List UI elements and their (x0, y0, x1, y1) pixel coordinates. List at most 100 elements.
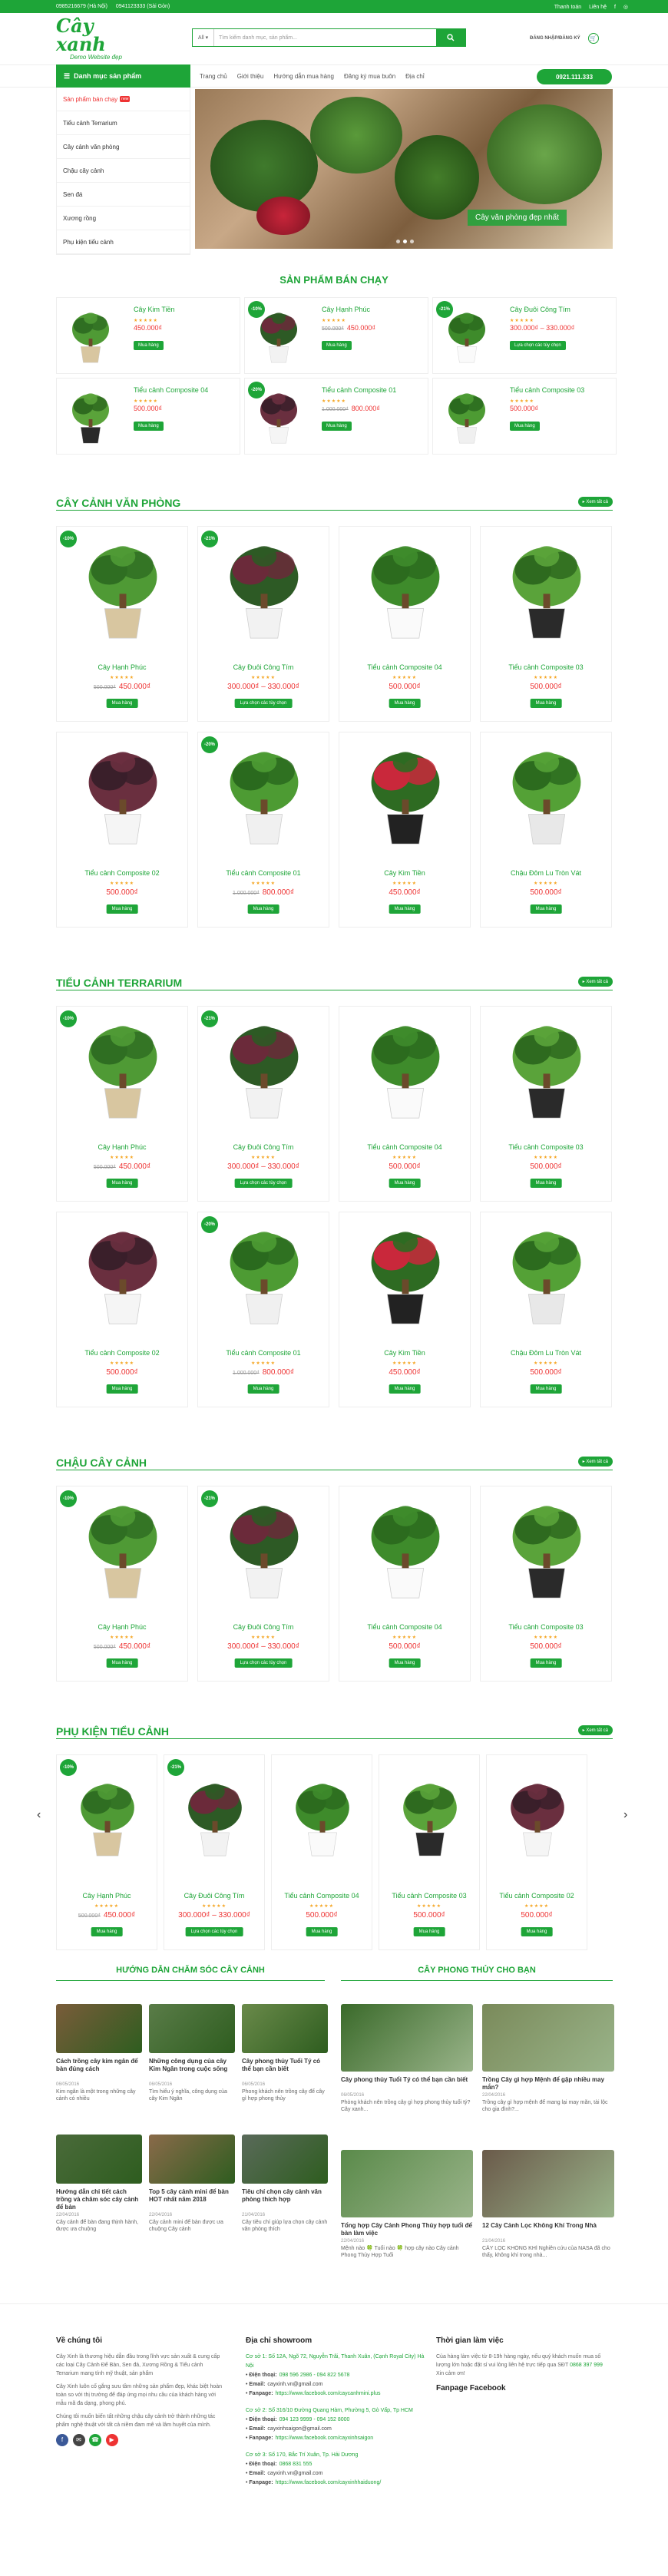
product-name[interactable]: Cây Đuôi Công Tím (510, 306, 570, 313)
article-title[interactable]: Top 5 cây cảnh mini để bàn HOT nhất năm … (149, 2188, 235, 2211)
buy-button[interactable]: Mua hàng (322, 422, 352, 431)
search-button[interactable] (436, 29, 465, 46)
article-title[interactable]: 12 Cây Cảnh Lọc Không Khí Trong Nhà (482, 2222, 614, 2237)
guide-article[interactable]: Cách trồng cây kim ngân để bàn đúng cách… (56, 2004, 142, 2102)
product-image[interactable] (349, 737, 462, 851)
showroom-email[interactable]: cayxinh.vn@gmail.com (267, 2382, 322, 2387)
buy-button[interactable]: Mua hàng (91, 1927, 123, 1936)
product-card[interactable]: -10% Cây Hạnh Phúc ★★★★★ 500.000₫ 450.000₫ Mu… (56, 526, 188, 722)
article-image[interactable] (242, 2135, 328, 2184)
guide-article[interactable]: Top 5 cây cảnh mini để bàn HOT nhất năm … (149, 2135, 235, 2233)
product-card[interactable]: -10% Cây Hạnh Phúc ★★★★★ 500.000₫ 450.000₫ Mu… (56, 1486, 188, 1682)
buy-button[interactable]: Mua hàng (134, 341, 164, 350)
login-register-link[interactable]: ĐĂNG NHẬP/ĐĂNG KÝ (530, 36, 580, 41)
showroom-email[interactable]: cayxinh.vn@gmail.com (267, 2471, 322, 2476)
buy-button[interactable]: Mua hàng (389, 1384, 421, 1394)
hero-dots[interactable] (396, 240, 417, 243)
product-card[interactable]: Tiểu cảnh Composite 02 ★★★★★ 500.000₫ Mua h… (56, 732, 188, 928)
product-name[interactable]: Tiểu cảnh Composite 04 (339, 663, 470, 671)
product-image[interactable] (490, 737, 604, 851)
product-name[interactable]: Tiểu cảnh Composite 03 (379, 1892, 479, 1900)
article-title[interactable]: Trồng Cây gì hợp Mệnh để gặp nhiều may m… (482, 2076, 614, 2092)
product-image[interactable] (66, 1011, 180, 1125)
buy-button[interactable]: Mua hàng (389, 699, 421, 708)
product-name[interactable]: Tiểu cảnh Composite 04 (339, 1623, 470, 1631)
product-image[interactable] (349, 531, 462, 645)
showroom-email[interactable]: cayxinhsaigon@gmail.com (267, 2426, 331, 2432)
buy-button[interactable]: Mua hàng (106, 1384, 138, 1394)
product-name[interactable]: Tiểu cảnh Composite 04 (339, 1143, 470, 1151)
instagram-icon[interactable]: ◎ (623, 5, 628, 10)
menu-guide[interactable]: Hướng dẫn mua hàng (273, 73, 334, 80)
buy-button[interactable]: Mua hàng (106, 699, 138, 708)
buy-button[interactable]: Mua hàng (530, 904, 562, 914)
buy-button[interactable]: Mua hàng (106, 904, 138, 914)
product-card[interactable]: Tiểu cảnh Composite 04 ★★★★★ 500.000₫ Mua h… (339, 1006, 471, 1202)
product-card[interactable]: -10% Cây Hạnh Phúc ★★★★★ 500.000₫ 450.000₫ Mu… (56, 1754, 157, 1950)
search-category-select[interactable]: All ▾ (193, 29, 214, 46)
product-image[interactable] (278, 1760, 367, 1873)
product-name[interactable]: Cây Đuôi Công Tím (198, 663, 329, 671)
product-image[interactable] (490, 531, 604, 645)
facebook-icon[interactable]: f (56, 2434, 68, 2446)
showroom-fanpage[interactable]: https://www.facebook.com/cayxinhsaigon (276, 2435, 374, 2441)
product-card[interactable]: Cây Kim Tiền ★★★★★ 450.000₫ Mua hàng (339, 732, 471, 928)
showroom-fanpage[interactable]: https://www.facebook.com/caycanhmini.plu… (276, 2391, 381, 2396)
buy-button[interactable]: Mua hàng (306, 1927, 338, 1936)
article-title[interactable]: Cây phong thủy Tuổi Tý có thể bạn cần bi… (242, 2058, 328, 2081)
buy-button[interactable]: Mua hàng (530, 699, 562, 708)
product-name[interactable]: Tiểu cảnh Composite 04 (134, 386, 208, 394)
view-all-button[interactable]: ▸ Xem tất cả (577, 1725, 613, 1735)
product-card[interactable]: -21% Cây Đuôi Công Tím ★★★★★ 300.000₫ – 330… (197, 526, 329, 722)
product-card[interactable]: Chậu Đôm Lu Tròn Vát ★★★★★ 500.000₫ Mua hàn… (480, 732, 612, 928)
view-all-button[interactable]: ▸ Xem tất cả (577, 1457, 613, 1467)
product-image[interactable] (63, 1760, 152, 1873)
product-image[interactable] (60, 303, 121, 369)
article-image[interactable] (341, 2004, 473, 2072)
product-name[interactable]: Tiểu cảnh Composite 02 (57, 869, 187, 877)
carousel-next-arrow[interactable]: › (623, 1808, 627, 1822)
article-image[interactable] (482, 2004, 614, 2072)
product-card[interactable]: Tiểu cảnh Composite 02 ★★★★★ 500.000₫ Mua h… (486, 1754, 587, 1950)
product-name[interactable]: Tiểu cảnh Composite 03 (481, 1143, 611, 1151)
article-title[interactable]: Cây phong thủy Tuổi Tý có thể bạn cần bi… (341, 2076, 473, 2092)
article-image[interactable] (482, 2150, 614, 2217)
product-card[interactable]: -20% Tiểu cảnh Composite 01 ★★★★★ 1.000.000… (197, 732, 329, 928)
product-name[interactable]: Cây Hạnh Phúc (57, 663, 187, 671)
product-image[interactable] (66, 531, 180, 645)
sidebar-item-pots[interactable]: Chậu cây cảnh (57, 159, 190, 183)
product-image[interactable] (493, 1760, 582, 1873)
bestseller-card[interactable]: Tiểu cảnh Composite 03 ★★★★★ 500.000₫ Mua h… (432, 378, 617, 455)
buy-button[interactable]: Mua hàng (247, 904, 279, 914)
product-name[interactable]: Cây Kim Tiền (339, 869, 470, 877)
product-image[interactable] (490, 1217, 604, 1331)
product-card[interactable]: -21% Cây Đuôi Công Tím ★★★★★ 300.000₫ – 330… (197, 1486, 329, 1682)
menu-wholesale[interactable]: Đăng ký mua buôn (344, 73, 395, 80)
showroom-fanpage[interactable]: https://www.facebook.com/cayxinhhaiduong… (276, 2480, 382, 2485)
product-card[interactable]: Tiểu cảnh Composite 03 ★★★★★ 500.000₫ Mua h… (480, 1486, 612, 1682)
guide-article[interactable]: Tiêu chí chọn cây cảnh văn phòng thích h… (242, 2135, 328, 2233)
article-image[interactable] (149, 2135, 235, 2184)
product-image[interactable] (66, 737, 180, 851)
product-card[interactable]: -21% Cây Đuôi Công Tím ★★★★★ 300.000₫ – 330… (197, 1006, 329, 1202)
product-name[interactable]: Cây Đuôi Công Tím (198, 1623, 329, 1631)
product-name[interactable]: Tiểu cảnh Composite 02 (487, 1892, 587, 1900)
bestseller-card[interactable]: -20% Tiểu cảnh Composite 01 ★★★★★ 1.000.000… (244, 378, 428, 455)
article-image[interactable] (242, 2004, 328, 2053)
buy-button[interactable]: Mua hàng (530, 1384, 562, 1394)
product-card[interactable]: Tiểu cảnh Composite 03 ★★★★★ 500.000₫ Mua h… (480, 526, 612, 722)
bestseller-card[interactable]: Cây Kim Tiền ★★★★★ 450.000₫ Mua hàng (56, 297, 240, 374)
fengshui-article[interactable]: Cây phong thủy Tuổi Tý có thể bạn cần bi… (341, 2004, 473, 2113)
product-image[interactable] (207, 1011, 321, 1125)
article-image[interactable] (341, 2150, 473, 2217)
product-card[interactable]: Tiểu cảnh Composite 03 ★★★★★ 500.000₫ Mua h… (480, 1006, 612, 1202)
buy-button[interactable]: Lựa chọn các tùy chọn (234, 1658, 293, 1668)
product-image[interactable] (66, 1491, 180, 1605)
phone-hn[interactable]: 0985216679 (Hà Nội) (56, 4, 107, 9)
view-all-button[interactable]: ▸ Xem tất cả (577, 977, 613, 987)
sidebar-item-accessories[interactable]: Phụ kiện tiểu cảnh (57, 230, 190, 254)
product-card[interactable]: Tiểu cảnh Composite 04 ★★★★★ 500.000₫ Mua h… (271, 1754, 372, 1950)
facebook-icon[interactable]: f (614, 5, 616, 10)
hotline-button[interactable]: 0921.111.333 (537, 69, 612, 84)
product-card[interactable]: Chậu Đôm Lu Tròn Vát ★★★★★ 500.000₫ Mua hàn… (480, 1212, 612, 1407)
